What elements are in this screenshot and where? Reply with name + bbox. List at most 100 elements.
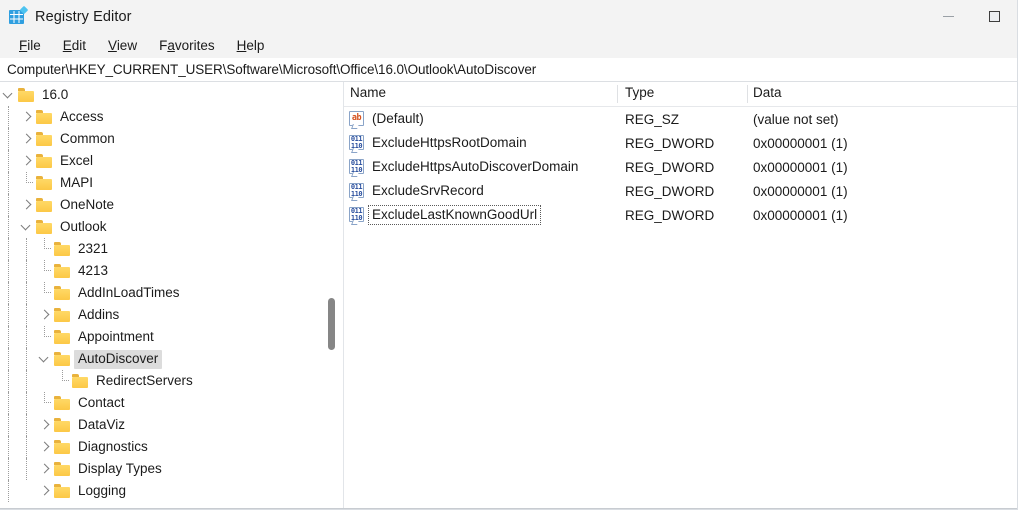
chevron-down-icon[interactable] bbox=[0, 84, 18, 106]
menu-item-edit[interactable]: Edit bbox=[52, 33, 97, 58]
tree-indent-guide bbox=[0, 326, 18, 348]
tree-item-16.0[interactable]: 16.0 bbox=[0, 84, 343, 106]
tree-scrollbar-thumb[interactable] bbox=[328, 298, 335, 350]
column-header-data[interactable]: Data bbox=[753, 85, 782, 100]
value-row[interactable]: 011 110 ExcludeLastKnownGoodUrl REG_DWORD 0x… bbox=[344, 203, 1017, 227]
tree-item-autodiscover[interactable]: AutoDiscover bbox=[0, 348, 343, 370]
tree-item-onenote[interactable]: OneNote bbox=[0, 194, 343, 216]
title-bar: Registry Editor bbox=[0, 0, 1017, 33]
chevron-right-icon[interactable] bbox=[36, 414, 54, 436]
value-row[interactable]: ab (Default) REG_SZ (value not set) bbox=[344, 107, 1017, 131]
menu-item-view[interactable]: View bbox=[97, 33, 148, 58]
folder-icon bbox=[54, 352, 71, 366]
chevron-right-icon[interactable] bbox=[36, 436, 54, 458]
tree-item-label: 16.0 bbox=[42, 86, 69, 102]
column-header-type[interactable]: Type bbox=[625, 85, 654, 100]
tree-indent-guide bbox=[0, 304, 18, 326]
chevron-down-icon[interactable] bbox=[18, 216, 36, 238]
folder-icon bbox=[54, 242, 71, 256]
tree-indent-guide bbox=[18, 436, 36, 458]
string-value-icon: ab bbox=[349, 111, 365, 127]
value-row[interactable]: 011 110 ExcludeHttpsRootDomain REG_DWORD 0x0… bbox=[344, 131, 1017, 155]
tree-scrollbar[interactable] bbox=[326, 82, 337, 509]
tree-item-access[interactable]: Access bbox=[0, 106, 343, 128]
address-bar[interactable]: Computer\HKEY_CURRENT_USER\Software\Micr… bbox=[0, 58, 1017, 82]
tree-item-dataviz[interactable]: DataViz bbox=[0, 414, 343, 436]
tree-indent-guide bbox=[0, 370, 18, 392]
chevron-right-icon[interactable] bbox=[18, 128, 36, 150]
registry-path: Computer\HKEY_CURRENT_USER\Software\Micr… bbox=[7, 62, 537, 77]
tree-item-addins[interactable]: Addins bbox=[0, 304, 343, 326]
value-type: REG_DWORD bbox=[625, 135, 715, 151]
menu-item-favorites[interactable]: Favorites bbox=[148, 33, 226, 58]
folder-icon bbox=[54, 418, 71, 432]
tree-indent-guide bbox=[0, 282, 18, 304]
folder-icon bbox=[54, 396, 71, 410]
tree-item-logging[interactable]: Logging bbox=[0, 480, 343, 502]
value-name: (Default) bbox=[372, 111, 424, 126]
minimize-icon bbox=[942, 16, 954, 17]
tree-connector bbox=[36, 238, 54, 260]
folder-icon bbox=[54, 462, 71, 476]
menu-item-help[interactable]: Help bbox=[226, 33, 276, 58]
tree-item-label: RedirectServers bbox=[96, 372, 193, 388]
registry-values-list[interactable]: Name Type Data ab (Default) REG_SZ (value not… bbox=[344, 82, 1017, 509]
tree-item-addinloadtimes[interactable]: AddInLoadTimes bbox=[0, 282, 343, 304]
tree-indent-guide bbox=[0, 480, 18, 502]
chevron-right-icon[interactable] bbox=[36, 304, 54, 326]
folder-icon bbox=[54, 484, 71, 498]
tree-item-label: Contact bbox=[78, 394, 125, 410]
column-divider[interactable] bbox=[617, 85, 618, 103]
column-header-name[interactable]: Name bbox=[350, 85, 386, 100]
tree-indent-guide bbox=[0, 436, 18, 458]
tree-item-label: AddInLoadTimes bbox=[78, 284, 180, 300]
folder-icon bbox=[36, 198, 53, 212]
tree-item-contact[interactable]: Contact bbox=[0, 392, 343, 414]
tree-item-display-types[interactable]: Display Types bbox=[0, 458, 343, 480]
tree-item-common[interactable]: Common bbox=[0, 128, 343, 150]
tree-item-redirectservers[interactable]: RedirectServers bbox=[0, 370, 343, 392]
folder-icon bbox=[54, 330, 71, 344]
chevron-right-icon[interactable] bbox=[18, 194, 36, 216]
tree-indent-guide bbox=[18, 370, 36, 392]
tree-connector bbox=[36, 260, 54, 282]
tree-indent-guide bbox=[0, 348, 18, 370]
minimize-button[interactable] bbox=[925, 0, 971, 33]
tree-item-2321[interactable]: 2321 bbox=[0, 238, 343, 260]
tree-item-label: Access bbox=[60, 108, 104, 124]
value-row[interactable]: 011 110 ExcludeSrvRecord REG_DWORD 0x0000000… bbox=[344, 179, 1017, 203]
tree-connector bbox=[36, 392, 54, 414]
tree-item-4213[interactable]: 4213 bbox=[0, 260, 343, 282]
column-divider[interactable] bbox=[747, 85, 748, 103]
tree-indent-guide bbox=[0, 194, 18, 216]
chevron-right-icon[interactable] bbox=[36, 480, 54, 502]
value-data: 0x00000001 (1) bbox=[753, 135, 848, 151]
maximize-icon bbox=[988, 11, 1000, 22]
chevron-down-icon[interactable] bbox=[36, 348, 54, 370]
registry-key-tree[interactable]: 16.0 Access Common Excel MAPI OneNote Outlook 2… bbox=[0, 82, 344, 509]
folder-icon bbox=[54, 440, 71, 454]
value-name: ExcludeLastKnownGoodUrl bbox=[367, 205, 542, 225]
tree-item-mapi[interactable]: MAPI bbox=[0, 172, 343, 194]
maximize-button[interactable] bbox=[971, 0, 1017, 33]
chevron-right-icon[interactable] bbox=[18, 150, 36, 172]
tree-item-label: Diagnostics bbox=[78, 438, 148, 454]
chevron-right-icon[interactable] bbox=[18, 106, 36, 128]
menu-item-file[interactable]: File bbox=[8, 33, 52, 58]
tree-indent-guide bbox=[18, 260, 36, 282]
tree-item-label: 4213 bbox=[78, 262, 109, 278]
value-data: 0x00000001 (1) bbox=[753, 159, 848, 175]
tree-item-outlook[interactable]: Outlook bbox=[0, 216, 343, 238]
value-row[interactable]: 011 110 ExcludeHttpsAutoDiscoverDomain REG_… bbox=[344, 155, 1017, 179]
chevron-right-icon[interactable] bbox=[36, 458, 54, 480]
value-name: ExcludeHttpsAutoDiscoverDomain bbox=[372, 159, 579, 174]
tree-item-diagnostics[interactable]: Diagnostics bbox=[0, 436, 343, 458]
tree-indent-guide bbox=[0, 172, 18, 194]
tree-item-label: MAPI bbox=[60, 174, 94, 190]
tree-item-excel[interactable]: Excel bbox=[0, 150, 343, 172]
folder-icon bbox=[36, 176, 53, 190]
tree-indent-guide bbox=[18, 304, 36, 326]
tree-item-label: Appointment bbox=[78, 328, 154, 344]
tree-item-appointment[interactable]: Appointment bbox=[0, 326, 343, 348]
tree-item-label: OneNote bbox=[60, 196, 115, 212]
